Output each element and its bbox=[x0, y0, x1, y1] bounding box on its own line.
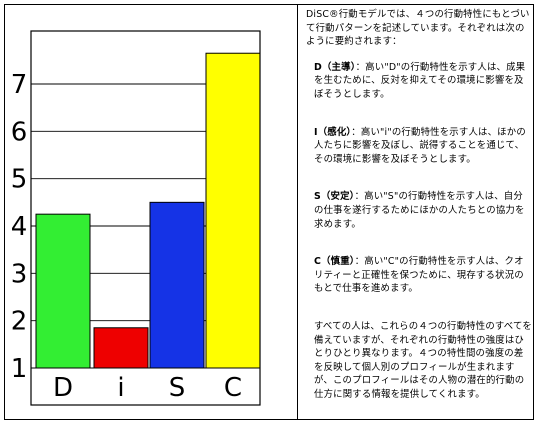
y-tick-label: 2 bbox=[11, 307, 28, 337]
y-axis-ticks: 1 2 3 4 5 6 7 bbox=[11, 70, 28, 384]
item-key: S（安定） bbox=[314, 191, 355, 203]
description-item-i: I（感化）：高い"i"の行動特性を示す人は、ほかの人たちに影響を及ぼし、説得する… bbox=[314, 126, 532, 167]
description-item-d: D（主導）：高い"D"の行動特性を示す人は、成果を生むために、反対を抑えてその環… bbox=[314, 61, 532, 102]
bar-s bbox=[149, 201, 205, 369]
y-tick-label: 5 bbox=[11, 165, 28, 195]
x-tick-label: i bbox=[117, 373, 124, 403]
disc-bar-chart: 1 2 3 4 5 6 7 Di S C bbox=[11, 30, 261, 406]
y-tick-label: 3 bbox=[11, 259, 28, 289]
item-key: D（主導） bbox=[314, 61, 356, 73]
bar-i bbox=[93, 327, 149, 369]
y-tick-label: 4 bbox=[11, 212, 28, 242]
y-tick-label: 6 bbox=[11, 117, 28, 147]
bar-c bbox=[205, 52, 261, 369]
item-key: I（感化） bbox=[314, 126, 352, 138]
x-tick-label: D bbox=[53, 373, 73, 403]
description-panel: DiSC®行動モデルでは、４つの行動特性にもとづいて行動パターンを記述しています… bbox=[306, 8, 532, 401]
bar-d bbox=[35, 213, 91, 369]
y-tick-label: 7 bbox=[11, 70, 28, 100]
x-tick-label: S bbox=[169, 373, 186, 403]
panel-divider bbox=[297, 4, 298, 420]
description-item-c: C（慎重）：高い"C"の行動特性を示す人は、クオリティーと正確性を保つために、現… bbox=[314, 255, 532, 296]
intro-text: DiSC®行動モデルでは、４つの行動特性にもとづいて行動パターンを記述しています… bbox=[306, 9, 530, 48]
summary-text: すべての人は、これらの４つの行動特性のすべてを備えていますが、それぞれの行動特性… bbox=[314, 320, 532, 400]
x-axis-ticks: Di S C bbox=[53, 373, 242, 403]
item-key: C（慎重） bbox=[314, 256, 355, 268]
x-tick-label: C bbox=[224, 373, 242, 403]
y-tick-label: 1 bbox=[11, 354, 28, 384]
description-item-s: S（安定）：高い"S"の行動特性を示す人は、自分の仕事を遂行するためにほかの人た… bbox=[314, 190, 532, 231]
